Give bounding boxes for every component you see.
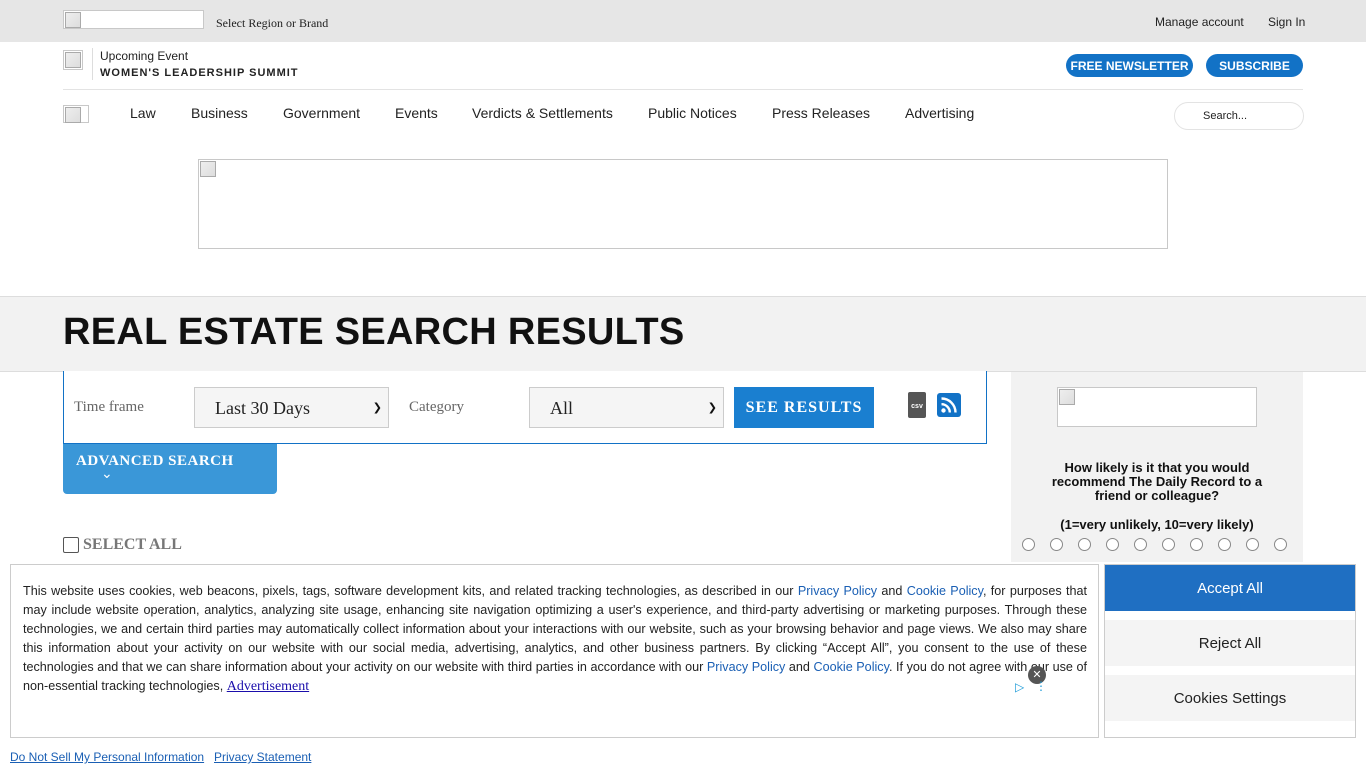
advanced-search-label: ADVANCED SEARCH (76, 453, 234, 469)
select-all-label[interactable]: SELECT ALL (83, 536, 182, 554)
survey-radio-2[interactable] (1050, 538, 1063, 551)
privacy-policy-link[interactable]: Privacy Policy (798, 584, 877, 598)
chevron-down-icon: ❯ (372, 401, 382, 414)
survey-radio-5[interactable] (1134, 538, 1147, 551)
cookie-text-part: and (785, 660, 814, 674)
survey-radio-10[interactable] (1274, 538, 1287, 551)
advanced-search-toggle[interactable]: ADVANCED SEARCH ⌄ (63, 444, 277, 494)
header-divider (63, 89, 1303, 90)
advertisement-link[interactable]: Advertisement (227, 679, 309, 694)
survey-radio-4[interactable] (1106, 538, 1119, 551)
cookie-text-part: This website uses cookies, web beacons, … (23, 584, 798, 598)
cookie-text: This website uses cookies, web beacons, … (23, 582, 1087, 696)
site-logo-image[interactable] (63, 105, 89, 123)
timeframe-label: Time frame (74, 399, 144, 415)
event-logo-image[interactable] (63, 50, 83, 70)
survey-question: How likely is it that you would recommen… (1051, 460, 1263, 503)
page-title: REAL ESTATE SEARCH RESULTS (63, 311, 685, 353)
adchoices-icon[interactable]: ▷ (1015, 680, 1024, 694)
nav-events[interactable]: Events (395, 105, 438, 121)
survey-radio-6[interactable] (1162, 538, 1175, 551)
survey-logo-image (1057, 387, 1257, 427)
nav-government[interactable]: Government (283, 105, 360, 121)
survey-radio-7[interactable] (1190, 538, 1203, 551)
csv-download-icon[interactable]: csv (908, 392, 926, 418)
cookie-settings-button[interactable]: Cookies Settings (1105, 675, 1355, 721)
nav-business[interactable]: Business (191, 105, 248, 121)
survey-radio-3[interactable] (1078, 538, 1091, 551)
survey-radio-1[interactable] (1022, 538, 1035, 551)
category-select[interactable]: All ❯ (529, 387, 724, 428)
timeframe-value: Last 30 Days (215, 398, 310, 418)
timeframe-select[interactable]: Last 30 Days ❯ (194, 387, 389, 428)
brand-logo-image[interactable] (63, 10, 204, 29)
top-ad-banner[interactable] (198, 159, 1168, 249)
accept-all-button[interactable]: Accept All (1105, 565, 1355, 611)
event-divider (92, 48, 93, 80)
nav-public-notices[interactable]: Public Notices (648, 105, 737, 121)
reject-all-button[interactable]: Reject All (1105, 620, 1355, 666)
chevron-down-icon: ⌄ (101, 466, 113, 482)
chevron-down-icon: ❯ (707, 401, 717, 414)
privacy-policy-link[interactable]: Privacy Policy (707, 660, 785, 674)
survey-radio-8[interactable] (1218, 538, 1231, 551)
category-value: All (550, 398, 574, 418)
survey-radio-9[interactable] (1246, 538, 1259, 551)
category-label: Category (409, 399, 464, 415)
event-name-link[interactable]: WOMEN'S LEADERSHIP SUMMIT (100, 67, 299, 79)
see-results-button[interactable]: SEE RESULTS (734, 387, 874, 428)
nav-law[interactable]: Law (130, 105, 156, 121)
nav-verdicts-settlements[interactable]: Verdicts & Settlements (472, 105, 613, 121)
do-not-sell-link[interactable]: Do Not Sell My Personal Information (10, 750, 204, 764)
cookie-policy-link[interactable]: Cookie Policy (907, 584, 983, 598)
cookie-text-part: and (877, 584, 907, 598)
select-all-checkbox[interactable] (63, 537, 79, 553)
sign-in-link[interactable]: Sign In (1268, 15, 1305, 29)
nav-press-releases[interactable]: Press Releases (772, 105, 870, 121)
rss-feed-icon[interactable] (937, 393, 961, 417)
select-region-link[interactable]: Select Region or Brand (216, 16, 328, 31)
privacy-statement-link[interactable]: Privacy Statement (214, 750, 311, 764)
survey-scale: (1=very unlikely, 10=very likely) (1060, 517, 1254, 532)
subscribe-button[interactable]: SUBSCRIBE (1206, 54, 1303, 77)
search-input[interactable]: Search... (1174, 102, 1304, 130)
manage-account-link[interactable]: Manage account (1155, 15, 1244, 29)
more-options-icon[interactable]: ⋮ (1035, 679, 1047, 693)
upcoming-event-label: Upcoming Event (100, 49, 189, 63)
free-newsletter-button[interactable]: FREE NEWSLETTER (1066, 54, 1193, 77)
cookie-policy-link[interactable]: Cookie Policy (814, 660, 889, 674)
nav-advertising[interactable]: Advertising (905, 105, 974, 121)
